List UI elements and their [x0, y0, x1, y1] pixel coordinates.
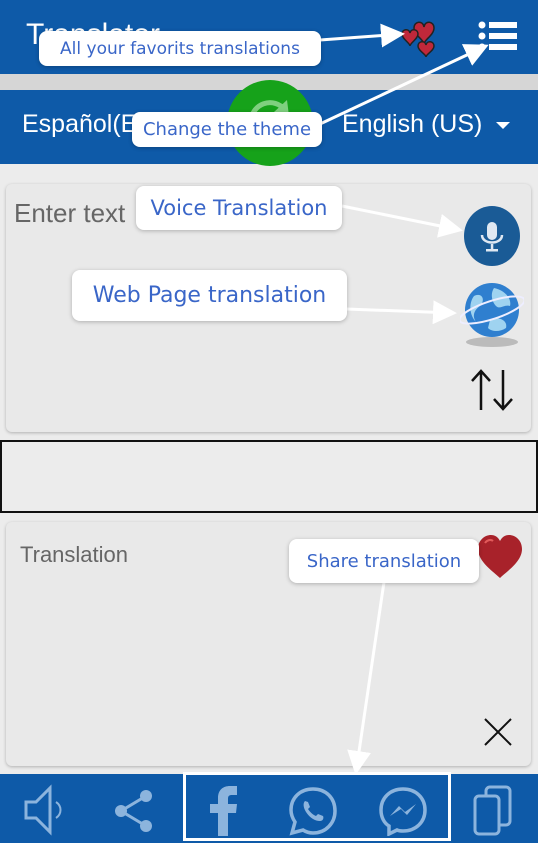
ad-banner	[0, 440, 538, 513]
callout-theme: Change the theme	[132, 112, 322, 147]
dropdown-icon[interactable]	[496, 122, 510, 129]
input-text-field[interactable]: Enter text	[14, 198, 125, 229]
translation-output: Translation	[20, 542, 129, 567]
share-buttons-highlight	[183, 772, 451, 841]
callout-share: Share translation	[289, 539, 479, 583]
callout-web: Web Page translation	[72, 270, 347, 321]
heart-icon[interactable]	[476, 534, 524, 580]
copy-icon[interactable]	[470, 784, 514, 836]
voice-translation-button[interactable]	[464, 206, 520, 266]
share-icon[interactable]	[112, 788, 156, 834]
source-language-selector[interactable]: Español(E	[22, 110, 137, 139]
hearts-icon[interactable]	[400, 16, 446, 58]
list-menu-icon[interactable]	[478, 20, 518, 52]
close-icon[interactable]	[482, 716, 514, 748]
microphone-icon	[480, 222, 504, 252]
up-down-arrows-icon[interactable]	[468, 366, 516, 414]
target-language-selector[interactable]: English (US)	[342, 110, 482, 139]
speaker-icon[interactable]	[22, 784, 68, 836]
callout-favorites: All your favorits translations	[39, 31, 321, 66]
globe-icon[interactable]	[460, 280, 524, 348]
callout-voice: Voice Translation	[136, 186, 342, 230]
